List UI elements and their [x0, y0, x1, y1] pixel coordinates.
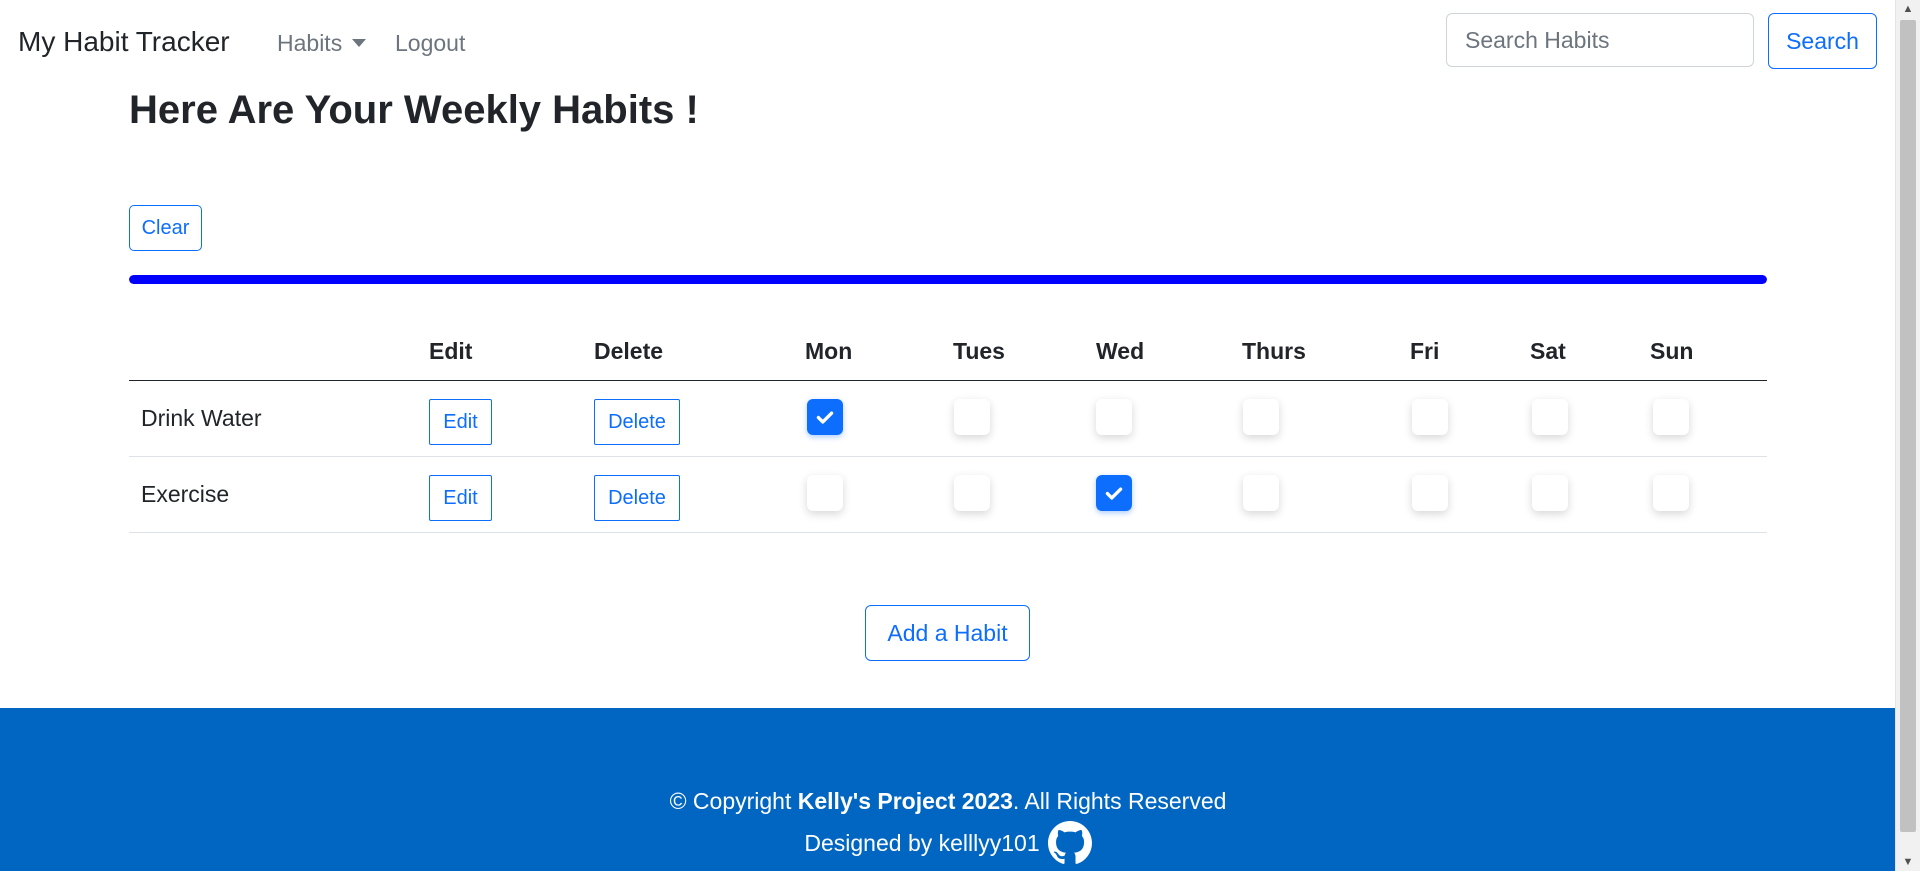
edit-button[interactable]: Edit [429, 475, 492, 521]
vertical-scrollbar[interactable]: ▲ ▼ [1895, 0, 1920, 871]
column-header-sat: Sat [1530, 338, 1566, 364]
habit-table: Edit Delete Mon Tues Wed Thurs Fri Sat S… [129, 320, 1767, 533]
search-button[interactable]: Search [1768, 13, 1877, 69]
copyright-suffix: . All Rights Reserved [1012, 788, 1227, 814]
footer: © Copyright Kelly's Project 2023. All Ri… [0, 708, 1896, 871]
checkbox-fri[interactable] [1412, 399, 1448, 435]
table-header: Edit Delete Mon Tues Wed Thurs Fri Sat S… [129, 320, 1767, 381]
progress-fill [129, 275, 1767, 284]
checkbox-wed[interactable] [1096, 475, 1132, 511]
designed-by: Designed by kelllyy101 [0, 821, 1896, 865]
checkbox-tues[interactable] [954, 399, 990, 435]
edit-button[interactable]: Edit [429, 399, 492, 445]
column-header-edit: Edit [429, 338, 473, 364]
viewport: My Habit Tracker Habits Logout Search He… [0, 0, 1920, 871]
check-icon [1105, 487, 1123, 500]
column-header-tues: Tues [953, 338, 1005, 364]
checkbox-tues[interactable] [954, 475, 990, 511]
checkbox-wed[interactable] [1096, 399, 1132, 435]
logout-link[interactable]: Logout [395, 28, 465, 58]
checkbox-sun[interactable] [1653, 475, 1689, 511]
copyright-text: © Copyright Kelly's Project 2023. All Ri… [0, 785, 1896, 817]
navbar: My Habit Tracker Habits Logout Search [0, 0, 1896, 84]
checkbox-sat[interactable] [1532, 475, 1568, 511]
scroll-down-icon[interactable]: ▼ [1896, 853, 1920, 871]
column-header-sun: Sun [1650, 338, 1694, 364]
checkbox-fri[interactable] [1412, 475, 1448, 511]
brand-title[interactable]: My Habit Tracker [18, 24, 230, 60]
caret-down-icon [352, 39, 367, 47]
habit-name: Drink Water [141, 405, 262, 431]
checkbox-sun[interactable] [1653, 399, 1689, 435]
checkbox-thurs[interactable] [1243, 475, 1279, 511]
habits-dropdown-label: Habits [277, 30, 343, 56]
clear-button[interactable]: Clear [129, 205, 202, 251]
github-icon[interactable] [1047, 821, 1092, 865]
scroll-thumb[interactable] [1900, 20, 1916, 832]
habit-name: Exercise [141, 481, 230, 507]
add-habit-button[interactable]: Add a Habit [865, 605, 1030, 661]
copyright-project: Kelly's Project 2023 [797, 788, 1013, 814]
column-header-delete: Delete [594, 338, 664, 364]
delete-button[interactable]: Delete [594, 399, 680, 445]
checkbox-mon[interactable] [807, 475, 843, 511]
progress-bar [129, 275, 1767, 284]
checkbox-sat[interactable] [1532, 399, 1568, 435]
column-header-thurs: Thurs [1242, 338, 1306, 364]
table-row: Exercise Edit Delete [129, 457, 1767, 533]
column-header-mon: Mon [805, 338, 853, 364]
habits-dropdown[interactable]: Habits [277, 28, 367, 58]
table-row: Drink Water Edit Delete [129, 381, 1767, 457]
checkbox-mon[interactable] [807, 399, 843, 435]
check-icon [816, 411, 834, 424]
copyright-prefix: © Copyright [669, 788, 798, 814]
column-header-fri: Fri [1410, 338, 1440, 364]
page: My Habit Tracker Habits Logout Search He… [0, 0, 1896, 871]
scroll-up-icon[interactable]: ▲ [1896, 0, 1920, 18]
search-input[interactable] [1446, 13, 1754, 67]
designed-by-text: Designed by kelllyy101 [804, 830, 1040, 856]
checkbox-thurs[interactable] [1243, 399, 1279, 435]
page-title: Here Are Your Weekly Habits ! [129, 88, 699, 132]
delete-button[interactable]: Delete [594, 475, 680, 521]
column-header-wed: Wed [1096, 338, 1145, 364]
